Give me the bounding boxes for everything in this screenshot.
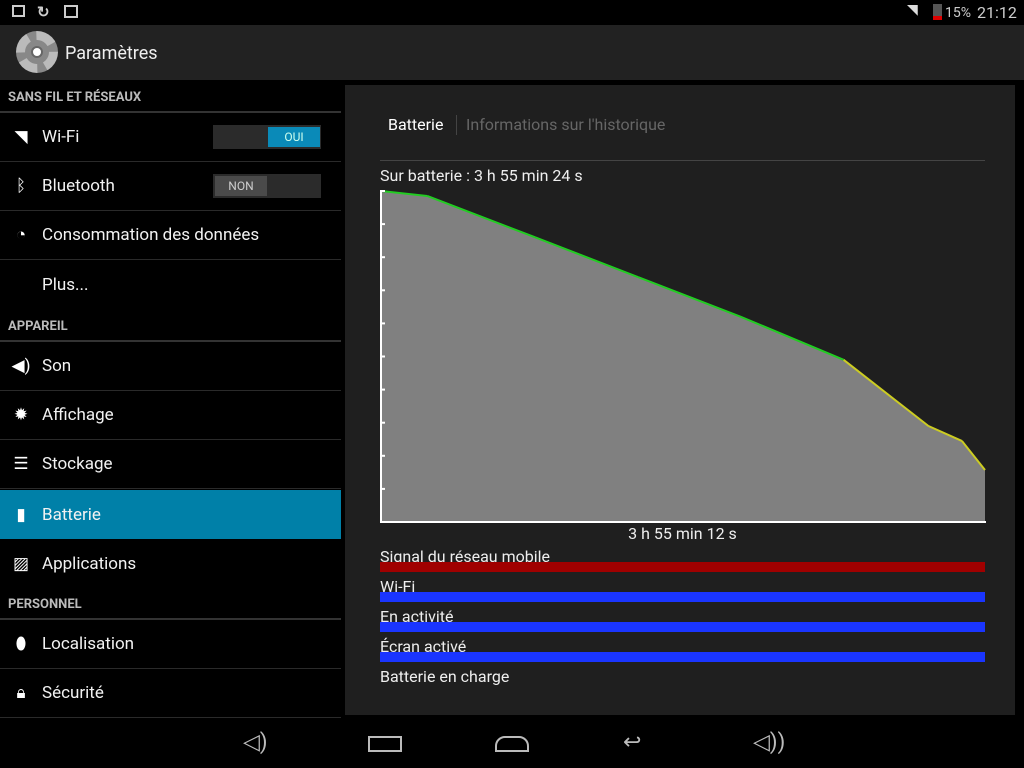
screen-on-bar bbox=[380, 652, 985, 662]
battery-area bbox=[381, 191, 985, 522]
battery-icon: ▮ bbox=[16, 504, 26, 525]
sidebar-item-storage[interactable]: ☰ Stockage bbox=[0, 440, 341, 489]
on-battery-time: Sur batterie : 3 h 55 min 24 s bbox=[380, 166, 583, 185]
sidebar-item-security[interactable]: 🔒︎ Sécurité bbox=[0, 669, 341, 718]
wifi-icon: ◥ bbox=[14, 127, 28, 147]
bluetooth-icon: ᛒ bbox=[15, 176, 27, 196]
settings-sidebar: SANS FIL ET RÉSEAUX ◥ Wi-Fi OUI ᛒ Bluetoot… bbox=[0, 82, 341, 718]
item-label: Applications bbox=[42, 553, 137, 574]
legend-charging: Batterie en charge bbox=[380, 667, 510, 686]
volume-up-icon[interactable]: ◁)) bbox=[753, 730, 785, 755]
sync-icon: ↻ bbox=[37, 3, 50, 21]
toggle-state: NON bbox=[215, 176, 267, 196]
recent-apps-icon[interactable] bbox=[368, 736, 402, 752]
item-label: Plus... bbox=[42, 274, 89, 295]
toggle-state: OUI bbox=[268, 127, 320, 147]
divider bbox=[380, 160, 985, 161]
sidebar-item-apps[interactable]: ▨ Applications bbox=[0, 539, 341, 588]
item-label: Sécurité bbox=[42, 683, 104, 703]
sidebar-item-display[interactable]: ✹ Affichage bbox=[0, 391, 341, 440]
item-label: Affichage bbox=[42, 405, 114, 425]
clock: 21:12 bbox=[977, 3, 1017, 22]
sidebar-item-battery[interactable]: ▮ Batterie bbox=[0, 490, 341, 539]
wifi-icon: ◥ bbox=[907, 2, 918, 18]
sidebar-item-bluetooth[interactable]: ᛒ Bluetooth NON bbox=[0, 162, 341, 211]
sidebar-item-location[interactable]: ⬮ Localisation bbox=[0, 620, 341, 669]
item-label: Consommation des données bbox=[42, 225, 260, 245]
navigation-bar: ◁) ↩ ◁)) bbox=[0, 718, 1024, 768]
battery-panel: Batterie Informations sur l'historique S… bbox=[345, 85, 1015, 715]
item-label: Stockage bbox=[42, 454, 113, 474]
sidebar-item-wifi[interactable]: ◥ Wi-Fi OUI bbox=[0, 113, 341, 162]
gallery-icon bbox=[12, 5, 25, 17]
speaker-icon: ◀) bbox=[11, 356, 31, 376]
item-label: Bluetooth bbox=[42, 176, 115, 196]
action-bar: Paramètres bbox=[0, 25, 1024, 80]
wifi-bar bbox=[380, 592, 985, 602]
battery-history-chart bbox=[380, 190, 986, 523]
back-icon[interactable]: ↩ bbox=[623, 730, 641, 755]
sidebar-item-data-usage[interactable]: ◔ Consommation des données bbox=[0, 211, 341, 260]
tab-history-details[interactable]: Informations sur l'historique bbox=[466, 115, 665, 134]
status-bar: ↻ ◥ 15% 21:12 bbox=[0, 0, 1024, 25]
sidebar-item-more[interactable]: Plus... bbox=[0, 260, 341, 309]
brightness-icon: ✹ bbox=[13, 405, 29, 425]
item-label: Son bbox=[42, 356, 72, 376]
divider bbox=[456, 115, 457, 135]
volume-down-icon[interactable]: ◁) bbox=[243, 730, 268, 755]
wifi-toggle[interactable]: OUI bbox=[213, 125, 321, 149]
data-usage-icon: ◔ bbox=[15, 225, 27, 245]
tab-battery[interactable]: Batterie bbox=[388, 115, 443, 134]
section-header: PERSONNEL bbox=[8, 597, 82, 612]
clipboard-check-icon bbox=[64, 5, 78, 18]
item-label: Batterie bbox=[42, 504, 101, 525]
storage-icon: ☰ bbox=[13, 454, 29, 474]
page-title: Paramètres bbox=[65, 43, 158, 64]
section-header: SANS FIL ET RÉSEAUX bbox=[8, 90, 142, 105]
battery-percent: 15% bbox=[945, 5, 971, 21]
item-label: Wi-Fi bbox=[42, 127, 80, 147]
sidebar-item-sound[interactable]: ◀) Son bbox=[0, 342, 341, 391]
settings-gear-icon[interactable] bbox=[16, 31, 58, 73]
apps-icon: ▨ bbox=[12, 553, 30, 574]
section-header: APPAREIL bbox=[8, 319, 68, 334]
awake-bar bbox=[380, 622, 985, 632]
home-icon[interactable] bbox=[495, 736, 529, 752]
bluetooth-toggle[interactable]: NON bbox=[213, 174, 321, 198]
battery-icon bbox=[933, 4, 942, 20]
chart-duration: 3 h 55 min 12 s bbox=[628, 524, 737, 543]
mobile-signal-bar bbox=[380, 562, 985, 572]
lock-icon: 🔒︎ bbox=[16, 683, 26, 703]
location-pin-icon: ⬮ bbox=[15, 634, 27, 654]
item-label: Localisation bbox=[42, 634, 135, 654]
